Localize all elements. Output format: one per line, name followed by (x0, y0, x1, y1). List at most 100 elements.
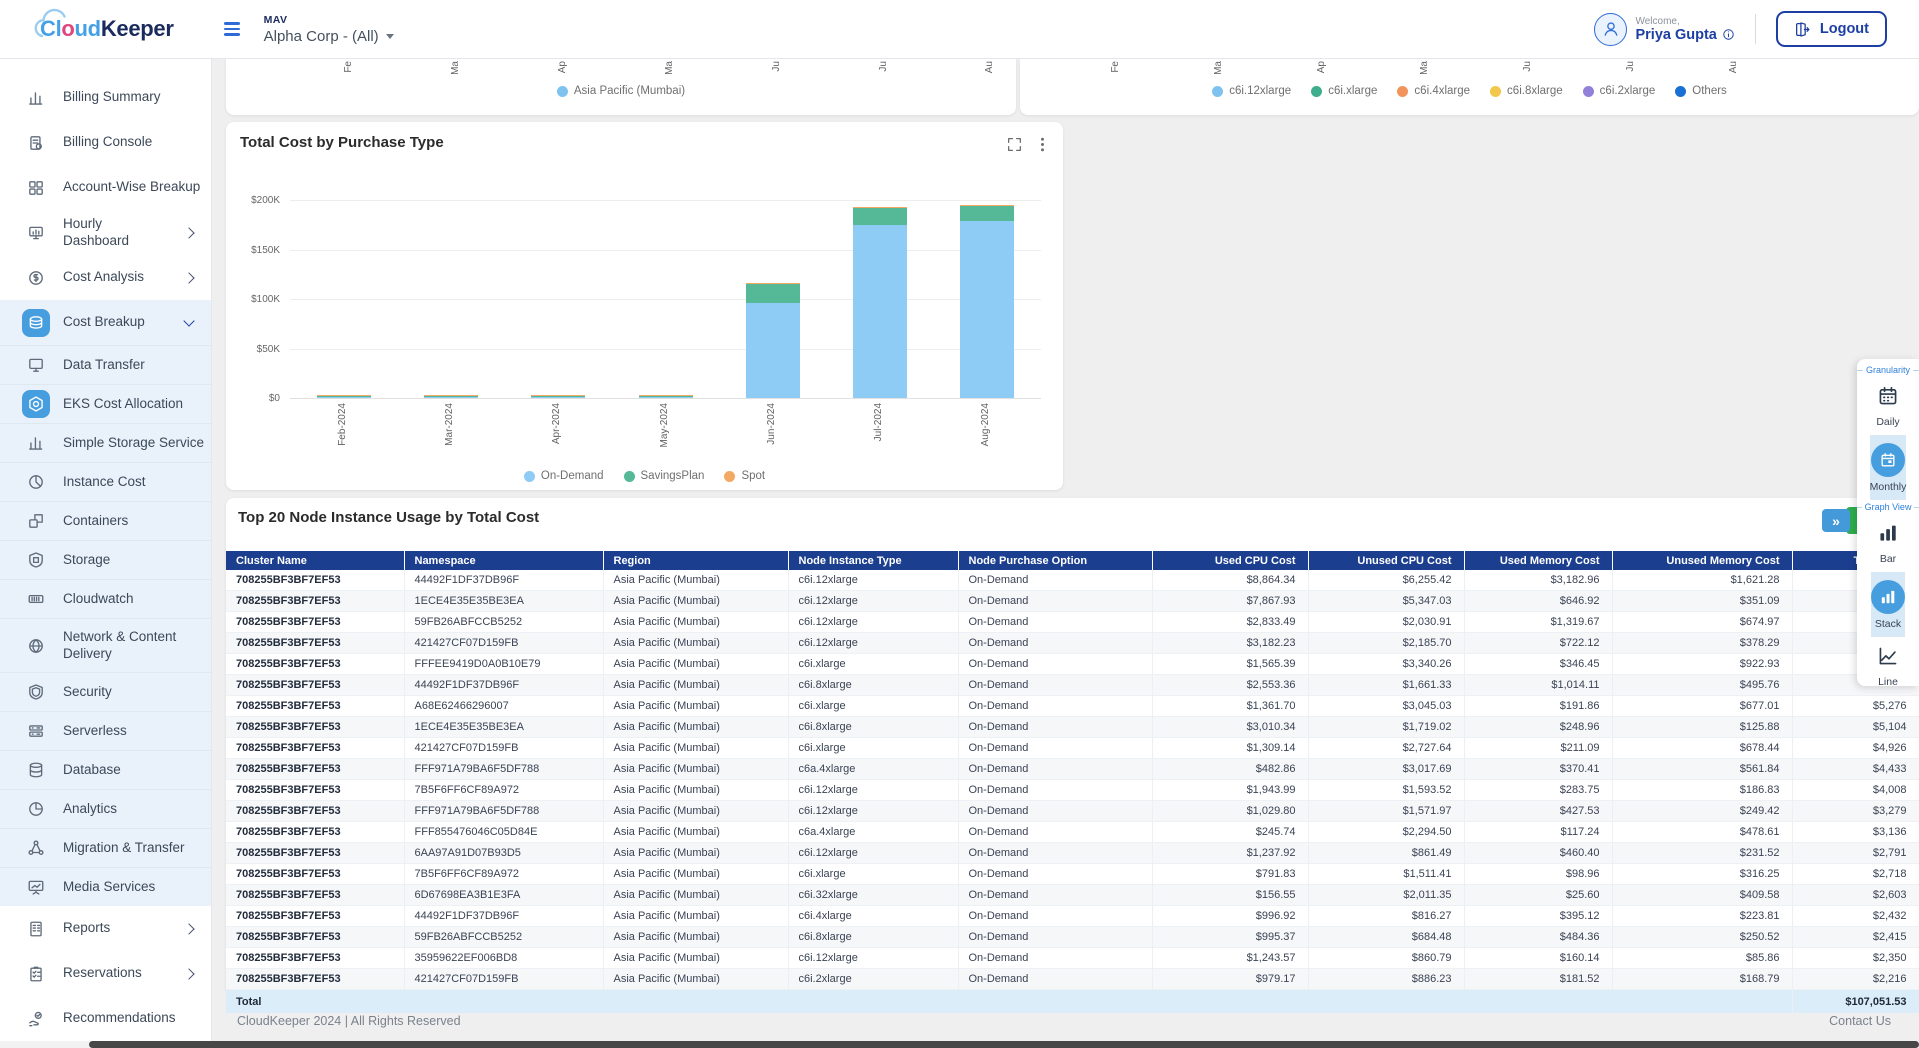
sidebar-item-simple-storage-service[interactable]: Simple Storage Service (0, 423, 211, 462)
bar-segment-on-demand-feb-2024[interactable] (317, 397, 371, 398)
legend-item-c6i-2xlarge[interactable]: c6i.2xlarge (1583, 85, 1656, 97)
bar-segment-spot-apr-2024[interactable] (531, 395, 585, 396)
graph-view-option-bar[interactable]: Bar (1871, 514, 1905, 572)
footer-contact-link[interactable]: Contact Us (1829, 1014, 1891, 1028)
sidebar-item-media-services[interactable]: Media Services (0, 867, 211, 906)
legend-item-c6i-8xlarge[interactable]: c6i.8xlarge (1490, 85, 1563, 97)
sidebar-item-eks-cost-allocation[interactable]: EKS Cost Allocation (0, 384, 211, 423)
legend-item-on-demand[interactable]: On-Demand (524, 470, 604, 482)
horizontal-scrollbar-thumb[interactable] (89, 1041, 1919, 1048)
legend-item-others[interactable]: Others (1675, 85, 1727, 97)
analytics-icon (27, 800, 45, 818)
bar-segment-on-demand-mar-2024[interactable] (424, 397, 478, 398)
sidebar-item-cost-breakup[interactable]: Cost Breakup (0, 300, 211, 345)
granularity-option-daily[interactable]: Daily (1870, 377, 1907, 435)
bar-segment-on-demand-jul-2024[interactable] (853, 225, 907, 398)
purchase-chart-legend: On-Demand SavingsPlan Spot (226, 470, 1063, 482)
graph-view-option-line[interactable]: Line (1871, 637, 1905, 695)
legend-item-c6i-12xlarge[interactable]: c6i.12xlarge (1212, 85, 1291, 97)
column-header-cluster-name: Cluster Name (226, 551, 404, 570)
sidebar-item-cloudwatch[interactable]: Cloudwatch (0, 579, 211, 618)
sidebar-item-analytics[interactable]: Analytics (0, 789, 211, 828)
bar-segment-spot-jul-2024[interactable] (853, 207, 907, 209)
granularity-label: Granularity (1857, 365, 1919, 375)
sidebar-item-recommendations[interactable]: Recommendations (0, 996, 211, 1041)
table-cell: Asia Pacific (Mumbai) (603, 633, 788, 654)
sidebar-item-billing-console[interactable]: Billing Console (0, 120, 211, 165)
purchase-chart-title: Total Cost by Purchase Type (240, 134, 444, 151)
sidebar-item-hourly-dashboard[interactable]: Hourly Dashboard (0, 210, 211, 255)
table-row: 708255BF3BF7EF5344492F1DF37DB96FAsia Pac… (226, 570, 1919, 591)
sidebar-item-containers[interactable]: Containers (0, 501, 211, 540)
bar-segment-on-demand-jun-2024[interactable] (746, 303, 800, 398)
table-cell: $1,661.33 (1308, 675, 1464, 696)
legend-item-spot[interactable]: Spot (724, 470, 765, 482)
table-cell: 44492F1DF37DB96F (404, 570, 603, 591)
pie-icon (27, 473, 45, 491)
bar-segment-savingsplan-may-2024[interactable] (639, 396, 693, 397)
menu-toggle-button[interactable] (220, 18, 244, 39)
table-cell: $3,182.96 (1464, 570, 1612, 591)
table-cell: 35959622EF006BD8 (404, 948, 603, 969)
user-menu[interactable]: Welcome, Priya Gupta (1635, 16, 1734, 43)
bar-segment-savingsplan-aug-2024[interactable] (960, 206, 1014, 220)
sidebar-item-cost-analysis[interactable]: Cost Analysis (0, 255, 211, 300)
sidebar-item-instance-cost[interactable]: Instance Cost (0, 462, 211, 501)
collapse-panel-button[interactable]: » (1822, 509, 1850, 532)
account-selector[interactable]: Alpha Corp - (All) (264, 28, 394, 45)
sidebar-item-serverless[interactable]: Serverless (0, 711, 211, 750)
table-cell: $160.14 (1464, 948, 1612, 969)
granularity-option-monthly[interactable]: Monthly (1870, 435, 1907, 500)
sidebar-item-account-wise-breakup[interactable]: Account-Wise Breakup (0, 165, 211, 210)
bar-segment-savingsplan-jul-2024[interactable] (853, 208, 907, 224)
graph-view-option-stack[interactable]: Stack (1871, 572, 1905, 637)
bar-segment-savingsplan-apr-2024[interactable] (531, 396, 585, 397)
card-region-chart: FeMaApMaJuJuAu Asia Pacific (Mumbai) (226, 59, 1016, 115)
legend-item-c6i-xlarge[interactable]: c6i.xlarge (1311, 85, 1377, 97)
table-cell: $478.61 (1612, 822, 1792, 843)
expand-icon[interactable] (1004, 134, 1025, 155)
sidebar-item-network-content-delivery[interactable]: Network & Content Delivery (0, 618, 211, 672)
table-title: Top 20 Node Instance Usage by Total Cost (238, 509, 539, 526)
y-tick-label: $50K (226, 344, 280, 355)
table-row: 708255BF3BF7EF531ECE4E35E35BE3EAAsia Pac… (226, 591, 1919, 612)
globe-icon (27, 637, 45, 655)
bar-segment-on-demand-may-2024[interactable] (639, 397, 693, 398)
sidebar-item-database[interactable]: Database (0, 750, 211, 789)
info-icon[interactable] (1722, 28, 1735, 41)
sidebar-item-billing-summary[interactable]: Billing Summary (0, 75, 211, 120)
table-cell: Asia Pacific (Mumbai) (603, 759, 788, 780)
bar-segment-on-demand-aug-2024[interactable] (960, 221, 1014, 398)
sidebar-item-storage[interactable]: Storage (0, 540, 211, 579)
table-cell: $996.92 (1152, 906, 1308, 927)
bar-segment-spot-jun-2024[interactable] (746, 283, 800, 285)
bar-segment-spot-feb-2024[interactable] (317, 395, 371, 396)
sidebar-item-migration-transfer[interactable]: Migration & Transfer (0, 828, 211, 867)
table-cell: 708255BF3BF7EF53 (226, 633, 404, 654)
bar-segment-savingsplan-jun-2024[interactable] (746, 284, 800, 303)
legend-item-asia-pacific-mumbai[interactable]: Asia Pacific (Mumbai) (557, 85, 685, 97)
table-cell: 6AA97A91D07B93D5 (404, 843, 603, 864)
table-cell: 44492F1DF37DB96F (404, 906, 603, 927)
sidebar-item-reservations[interactable]: Reservations (0, 951, 211, 996)
clock-dollar-icon (27, 269, 45, 287)
bar-segment-spot-mar-2024[interactable] (424, 395, 478, 396)
option-label: Line (1878, 676, 1898, 688)
legend-item-c6i-4xlarge[interactable]: c6i.4xlarge (1397, 85, 1470, 97)
logout-button[interactable]: Logout (1776, 11, 1887, 47)
table-cell: $684.48 (1308, 927, 1464, 948)
kebab-menu-icon[interactable] (1032, 134, 1053, 155)
bar-segment-on-demand-apr-2024[interactable] (531, 397, 585, 398)
x-tick-label: Ap (1316, 61, 1327, 73)
sidebar-item-reports[interactable]: Reports (0, 906, 211, 951)
bar-segment-spot-aug-2024[interactable] (960, 205, 1014, 207)
legend-item-savingsplan[interactable]: SavingsPlan (624, 470, 705, 482)
bar-segment-savingsplan-mar-2024[interactable] (424, 396, 478, 397)
y-tick-label: $0 (226, 393, 280, 404)
sidebar-item-security[interactable]: Security (0, 672, 211, 711)
sidebar-item-data-transfer[interactable]: Data Transfer (0, 345, 211, 384)
bar-segment-savingsplan-feb-2024[interactable] (317, 396, 371, 397)
app-header: CloudKeeper MAV Alpha Corp - (All) Welco… (0, 0, 1919, 59)
avatar[interactable] (1594, 13, 1627, 46)
bar-segment-spot-may-2024[interactable] (639, 395, 693, 396)
